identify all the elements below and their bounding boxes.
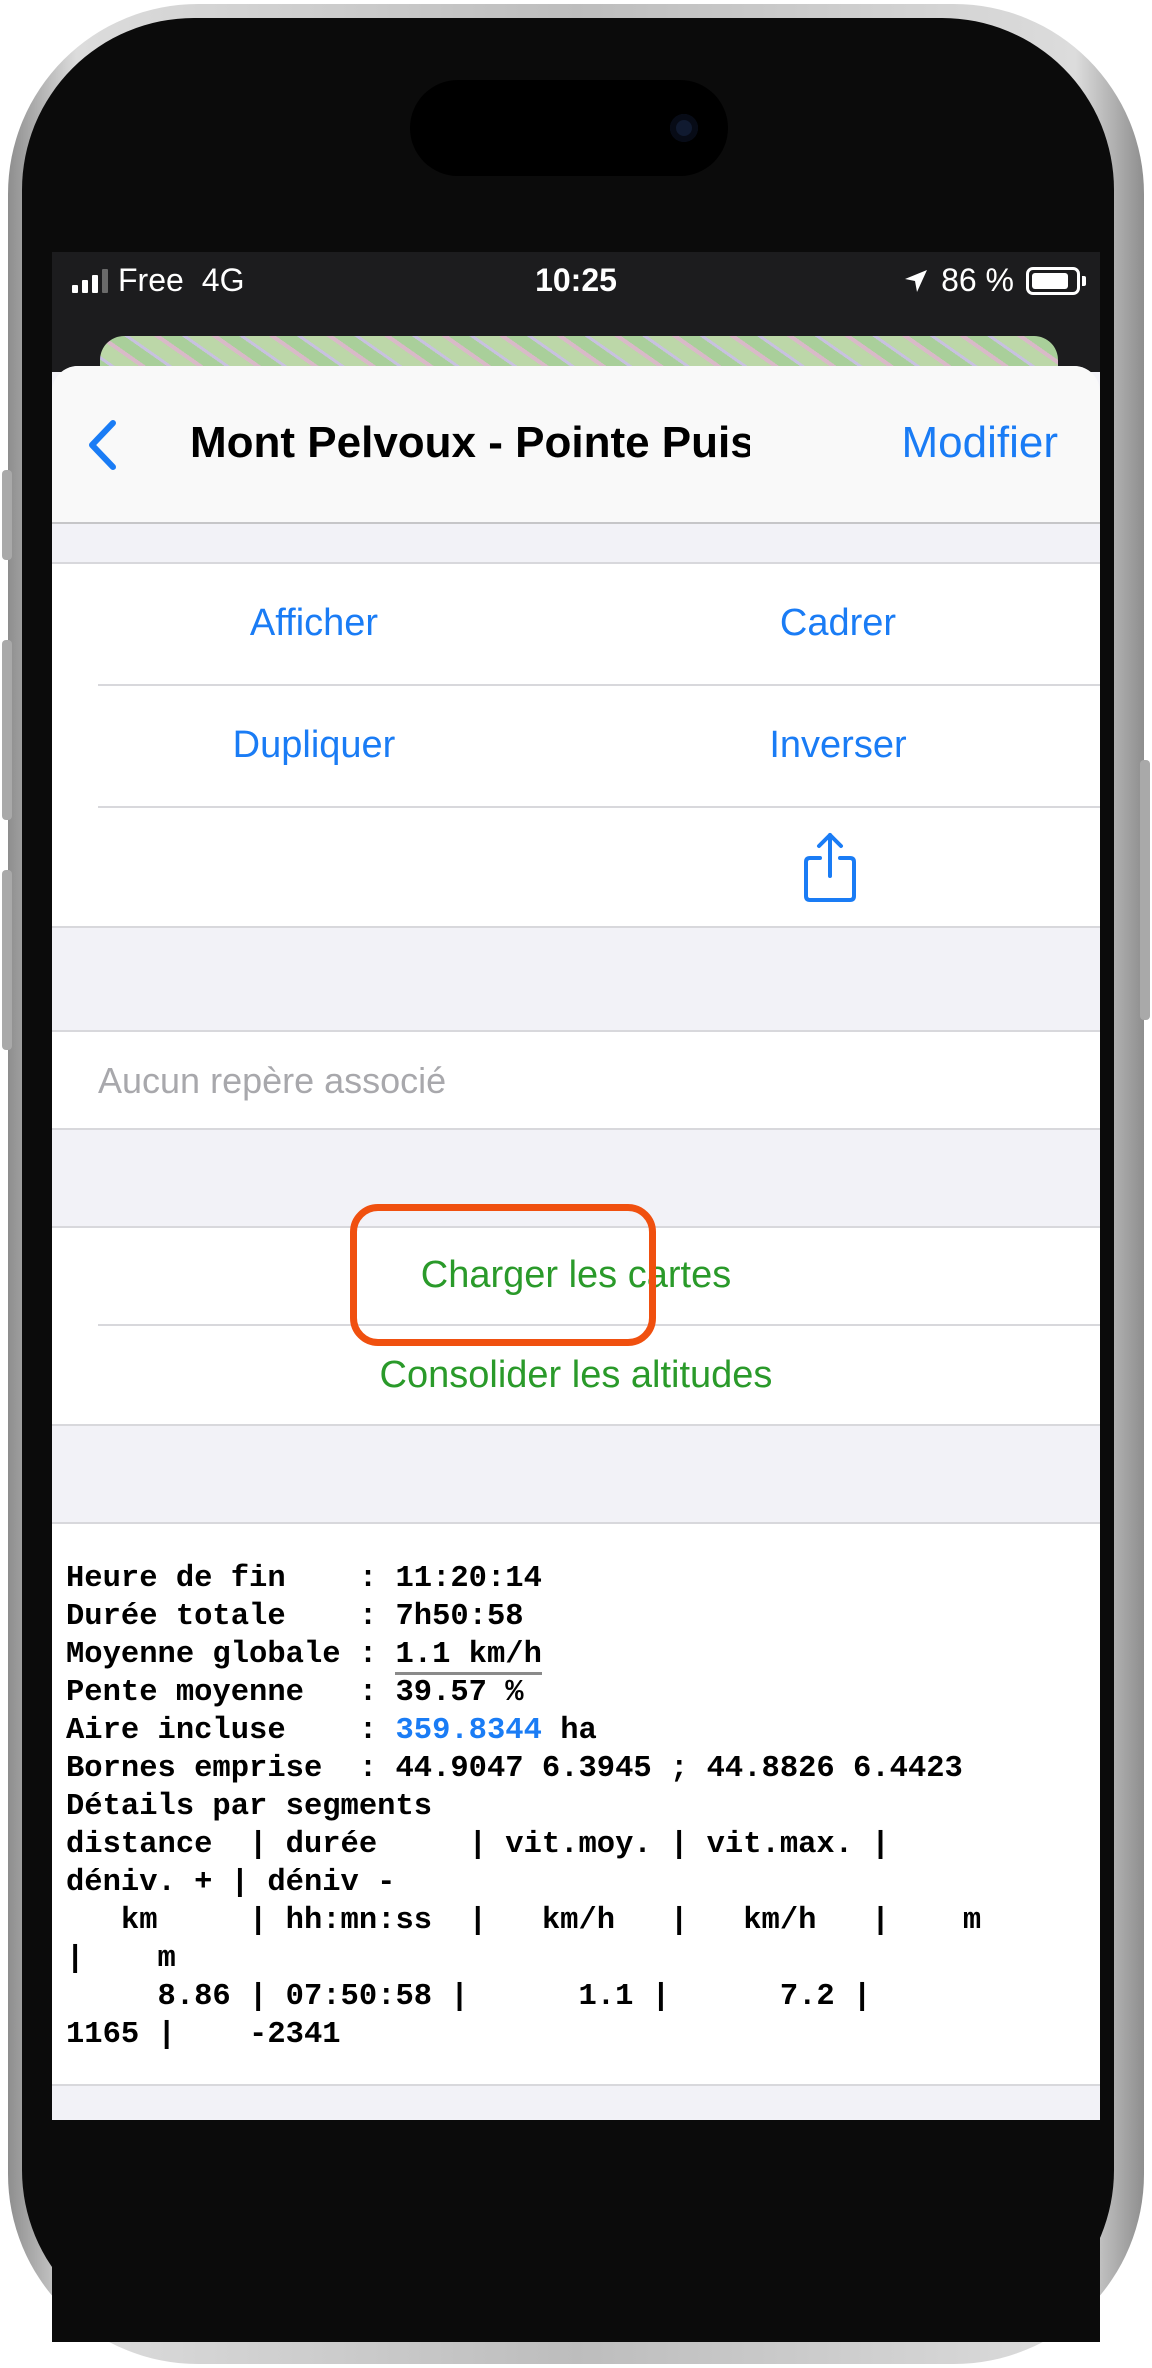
avg-speed-label: Moyenne globale :	[66, 1638, 396, 1672]
stats-block: Heure de fin : 11:20:14 Durée totale : 7…	[52, 1522, 1100, 2086]
avg-slope-label: Pente moyenne :	[66, 1676, 396, 1710]
bottom-bezel	[52, 2120, 1100, 2342]
back-button[interactable]	[72, 410, 132, 480]
markers-group: Aucun repère associé	[52, 1030, 1100, 1130]
segments-values-cont: 1165 | -2341	[66, 2018, 341, 2052]
reverse-button[interactable]: Inverser	[576, 724, 1100, 767]
side-button	[2, 470, 12, 560]
camera-icon	[670, 114, 698, 142]
end-time-label: Heure de fin :	[66, 1562, 396, 1596]
status-right: 86 %	[903, 262, 1086, 299]
show-button[interactable]: Afficher	[52, 602, 576, 645]
end-time-value: 11:20:14	[395, 1562, 542, 1596]
duration-label: Durée totale :	[66, 1600, 396, 1634]
modify-button[interactable]: Modifier	[902, 418, 1059, 468]
segments-header-cont: déniv. + | déniv -	[66, 1866, 396, 1900]
bounds-value: 44.9047 6.3945 ; 44.8826 6.4423	[395, 1752, 963, 1786]
actions-row-2: Dupliquer Inverser	[52, 686, 1100, 806]
share-button[interactable]	[52, 808, 1100, 926]
power-button	[1140, 760, 1150, 1020]
duplicate-button[interactable]: Dupliquer	[52, 724, 576, 767]
volume-up-button	[2, 640, 12, 820]
location-arrow-icon	[905, 269, 928, 292]
duration-value: 7h50:58	[395, 1600, 524, 1634]
area-link[interactable]: 359.8344	[395, 1714, 541, 1748]
screen: Mont Pelvoux - Pointe Puise... Modifier …	[52, 252, 1100, 2120]
battery-icon	[1026, 266, 1086, 295]
area-unit: ha	[541, 1714, 597, 1748]
avg-slope-value: 39.57 %	[395, 1676, 524, 1710]
segments-values: 8.86 | 07:50:58 | 1.1 | 7.2 |	[66, 1980, 872, 2014]
battery-percent: 86 %	[941, 262, 1014, 298]
status-bar: Free 4G 10:25 86 %	[52, 252, 1100, 312]
consolidate-altitudes-button[interactable]: Consolider les altitudes	[52, 1354, 1100, 1397]
avg-speed-value[interactable]: 1.1 km/h	[395, 1638, 542, 1675]
page-title: Mont Pelvoux - Pointe Puise...	[190, 418, 750, 467]
navigation-bar: Mont Pelvoux - Pointe Puise... Modifier	[52, 366, 1100, 524]
detail-sheet: Mont Pelvoux - Pointe Puise... Modifier …	[52, 366, 1100, 2120]
segments-units: km | hh:mn:ss | km/h | km/h | m	[66, 1904, 982, 1938]
share-icon	[804, 833, 856, 902]
chevron-left-icon	[89, 420, 116, 470]
segments-header: distance | durée | vit.moy. | vit.max. |	[66, 1828, 890, 1862]
actions-group: Afficher Cadrer Dupliquer Inverser	[52, 562, 1100, 928]
no-markers-label: Aucun repère associé	[98, 1060, 447, 1101]
volume-down-button	[2, 870, 12, 1050]
segments-units-cont: | m	[66, 1942, 176, 1976]
bounds-label: Bornes emprise :	[66, 1752, 396, 1786]
stats-text: Heure de fin : 11:20:14 Durée totale : 7…	[66, 1560, 981, 2054]
highlight-box	[350, 1204, 656, 1346]
segments-title: Détails par segments	[66, 1790, 433, 1824]
actions-row-1: Afficher Cadrer	[52, 564, 1100, 684]
area-label: Aire incluse :	[66, 1714, 396, 1748]
frame-button[interactable]: Cadrer	[576, 602, 1100, 645]
